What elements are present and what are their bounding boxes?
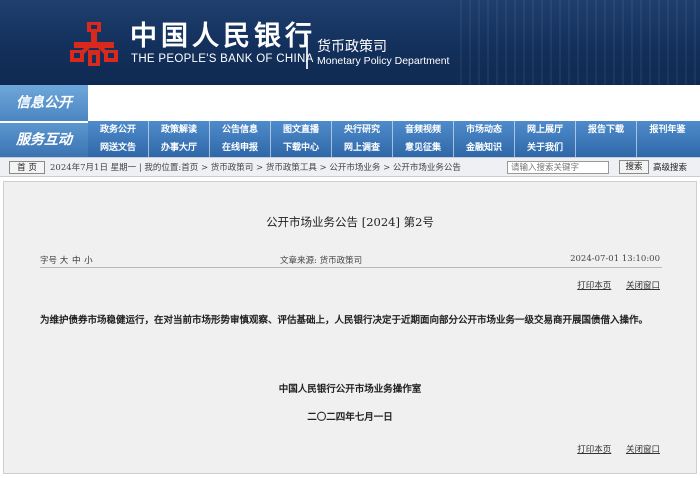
nav-item-banshi[interactable]: 办事大厅 (149, 139, 210, 157)
breadcrumb-bar: 首 页 2024年7月1日 星期一 | 我的位置:首页 > 货币政策司 > 货币… (0, 157, 700, 177)
nav-item-yinpin[interactable]: 音频视频 (393, 121, 454, 139)
article-panel: 公开市场业务公告 [2024] 第2号 字号 大 中 小 文章来源: 货币政策司… (3, 181, 697, 474)
nav-item-yanjiu[interactable]: 央行研究 (332, 121, 393, 139)
bank-name-en: THE PEOPLE'S BANK OF CHINA (131, 53, 314, 65)
bank-name-cn: 中国人民银行 (130, 21, 316, 52)
nav-item-shichang[interactable]: 市场动态 (454, 121, 515, 139)
nav-item-tuwen[interactable]: 图文直播 (271, 121, 332, 139)
advanced-search-link[interactable]: 高级搜索 (653, 162, 687, 174)
article-tools-top: 打印本页 关闭窗口 (565, 279, 660, 291)
meta-divider (40, 267, 662, 268)
nav-item-zhanting[interactable]: 网上展厅 (515, 121, 576, 139)
search-button[interactable]: 搜索 (619, 160, 649, 174)
header-pattern (460, 0, 700, 85)
nav-item-gonggao[interactable]: 公告信息 (210, 121, 271, 139)
article-tools-bottom: 打印本页 关闭窗口 (565, 443, 660, 455)
search-input[interactable] (507, 161, 609, 174)
nav-item-wensong[interactable]: 网送文告 (88, 139, 149, 157)
nav-item-diaocha[interactable]: 网上调查 (332, 139, 393, 157)
font-size-label: 字号 (40, 256, 58, 266)
nav-item-baokan[interactable]: 报刊年鉴 (637, 121, 698, 139)
print-page-link-bottom[interactable]: 打印本页 (577, 445, 611, 455)
article-date: 2024-07-01 13:10:00 (570, 254, 660, 264)
site-header: 中国人民银行 THE PEOPLE'S BANK OF CHINA 货币政策司 … (0, 0, 700, 85)
signature-date: 二〇二四年七月一日 (307, 412, 393, 423)
nav-item-empty-2 (637, 139, 698, 157)
font-size-selector: 字号 大 中 小 (40, 254, 94, 266)
nav-section-service[interactable]: 服务互动 (0, 123, 88, 157)
nav-item-xiazai[interactable]: 下载中心 (271, 139, 332, 157)
home-button[interactable]: 首 页 (9, 161, 45, 174)
nav-item-zhengwu[interactable]: 政务公开 (88, 121, 149, 139)
nav-item-guanyu[interactable]: 关于我们 (515, 139, 576, 157)
font-size-small[interactable]: 小 (84, 256, 93, 266)
breadcrumb: 2024年7月1日 星期一 | 我的位置:首页 > 货币政策司 > 货币政策工具… (50, 163, 461, 173)
header-separator (306, 35, 308, 69)
nav-item-shenbao[interactable]: 在线申报 (210, 139, 271, 157)
nav-section-info-public[interactable]: 信息公开 (0, 85, 88, 121)
nav-item-zhengce[interactable]: 政策解读 (149, 121, 210, 139)
main-navigation: 信息公开 服务互动 政务公开 政策解读 公告信息 图文直播 央行研究 音频视频 … (0, 85, 700, 157)
pboc-logo-icon[interactable] (68, 20, 120, 70)
article-source: 文章来源: 货币政策司 (280, 256, 363, 266)
font-size-medium[interactable]: 中 (72, 256, 81, 266)
article-title: 公开市场业务公告 [2024] 第2号 (266, 215, 434, 229)
article-body: 为维护债券市场稳健运行，在对当前市场形势审慎观察、评估基础上，人民银行决定于近期… (40, 315, 649, 326)
dept-name-en: Monetary Policy Department (317, 55, 450, 67)
font-size-large[interactable]: 大 (60, 256, 69, 266)
close-window-link-bottom[interactable]: 关闭窗口 (626, 445, 660, 455)
nav-info-public-bar (88, 85, 700, 121)
nav-item-baogao[interactable]: 报告下载 (576, 121, 637, 139)
nav-item-zhishi[interactable]: 金融知识 (454, 139, 515, 157)
nav-item-zhengji[interactable]: 意见征集 (393, 139, 454, 157)
dept-name-cn: 货币政策司 (317, 39, 387, 55)
nav-item-empty-1 (576, 139, 637, 157)
close-window-link[interactable]: 关闭窗口 (626, 281, 660, 291)
signature-org: 中国人民银行公开市场业务操作室 (278, 384, 422, 395)
nav-row-2: 网送文告 办事大厅 在线申报 下载中心 网上调查 意见征集 金融知识 关于我们 (88, 139, 700, 157)
print-page-link[interactable]: 打印本页 (577, 281, 611, 291)
nav-row-1: 政务公开 政策解读 公告信息 图文直播 央行研究 音频视频 市场动态 网上展厅 … (88, 121, 700, 139)
